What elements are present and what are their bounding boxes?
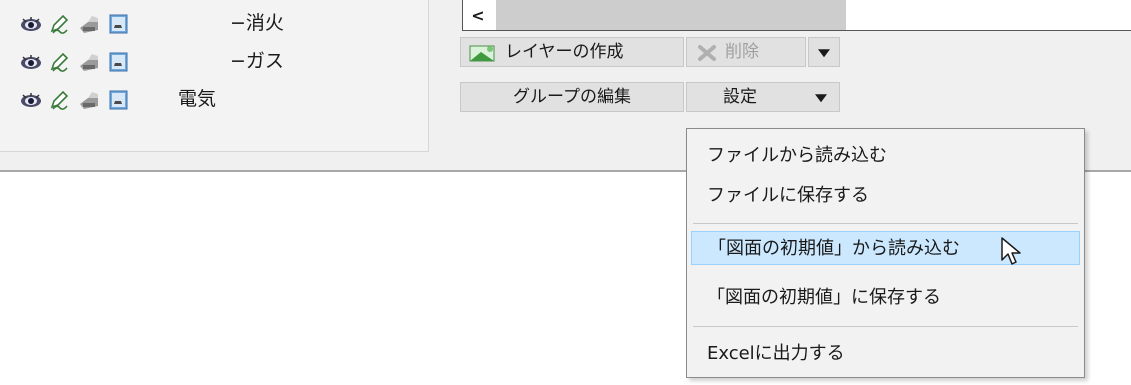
menu-item-label: 「図面の初期値」に保存する: [707, 287, 941, 308]
eye-icon[interactable]: [20, 13, 42, 35]
menu-item-load-from-file[interactable]: ファイルから読み込む: [691, 139, 1080, 173]
menu-item-label: ファイルから読み込む: [707, 145, 887, 166]
horizontal-scrollbar[interactable]: <: [462, 0, 1131, 31]
edit-group-button[interactable]: グループの編集: [460, 82, 684, 112]
monitor-icon[interactable]: [108, 13, 130, 35]
eye-icon[interactable]: [20, 89, 42, 111]
layer-name: −消火: [230, 12, 284, 34]
menu-item-save-to-drawing-defaults[interactable]: 「図面の初期値」に保存する: [691, 281, 1080, 315]
chevron-left-icon: <: [471, 5, 485, 25]
layer-row-electric[interactable]: 電気: [20, 86, 420, 114]
layer-options-dropdown[interactable]: [808, 37, 840, 67]
layer-row-gas[interactable]: −ガス: [20, 48, 420, 76]
print-icon[interactable]: [78, 89, 100, 111]
eye-icon[interactable]: [20, 51, 42, 73]
print-icon[interactable]: [78, 13, 100, 35]
delete-button[interactable]: 削除: [686, 37, 806, 67]
delete-label: 削除: [725, 42, 759, 62]
layer-name: 電気: [178, 88, 217, 110]
pencil-icon[interactable]: [48, 51, 70, 73]
settings-button[interactable]: 設定: [686, 82, 840, 112]
create-layer-label: レイヤーの作成: [505, 42, 624, 62]
layer-row-fire[interactable]: −消火: [20, 10, 420, 38]
menu-separator: [693, 223, 1078, 224]
chevron-down-icon: [815, 94, 827, 103]
edit-group-label: グループの編集: [513, 87, 631, 107]
settings-menu: ファイルから読み込む ファイルに保存する 「図面の初期値」から読み込む 「図面の…: [686, 128, 1085, 378]
scrollbar-thumb[interactable]: [496, 0, 846, 30]
menu-item-save-to-file[interactable]: ファイルに保存する: [691, 179, 1080, 213]
menu-item-label: Excelに出力する: [707, 343, 845, 364]
monitor-icon[interactable]: [108, 51, 130, 73]
add-layer-icon: [469, 45, 495, 62]
create-layer-button[interactable]: レイヤーの作成: [460, 37, 684, 67]
mouse-pointer-icon: [1001, 237, 1021, 265]
print-icon[interactable]: [78, 51, 100, 73]
layer-name: −ガス: [230, 50, 284, 72]
scroll-left-button[interactable]: <: [463, 0, 493, 30]
menu-separator: [693, 326, 1078, 327]
layer-list: −消火 −ガス 電気: [0, 0, 429, 152]
pencil-icon[interactable]: [48, 89, 70, 111]
pencil-icon[interactable]: [48, 13, 70, 35]
menu-item-export-excel[interactable]: Excelに出力する: [691, 337, 1080, 371]
menu-item-label: 「図面の初期値」から読み込む: [708, 238, 960, 259]
monitor-icon[interactable]: [108, 89, 130, 111]
settings-label: 設定: [723, 87, 757, 107]
menu-item-label: ファイルに保存する: [707, 185, 869, 206]
delete-x-icon: [698, 45, 716, 61]
chevron-down-icon: [818, 49, 830, 58]
